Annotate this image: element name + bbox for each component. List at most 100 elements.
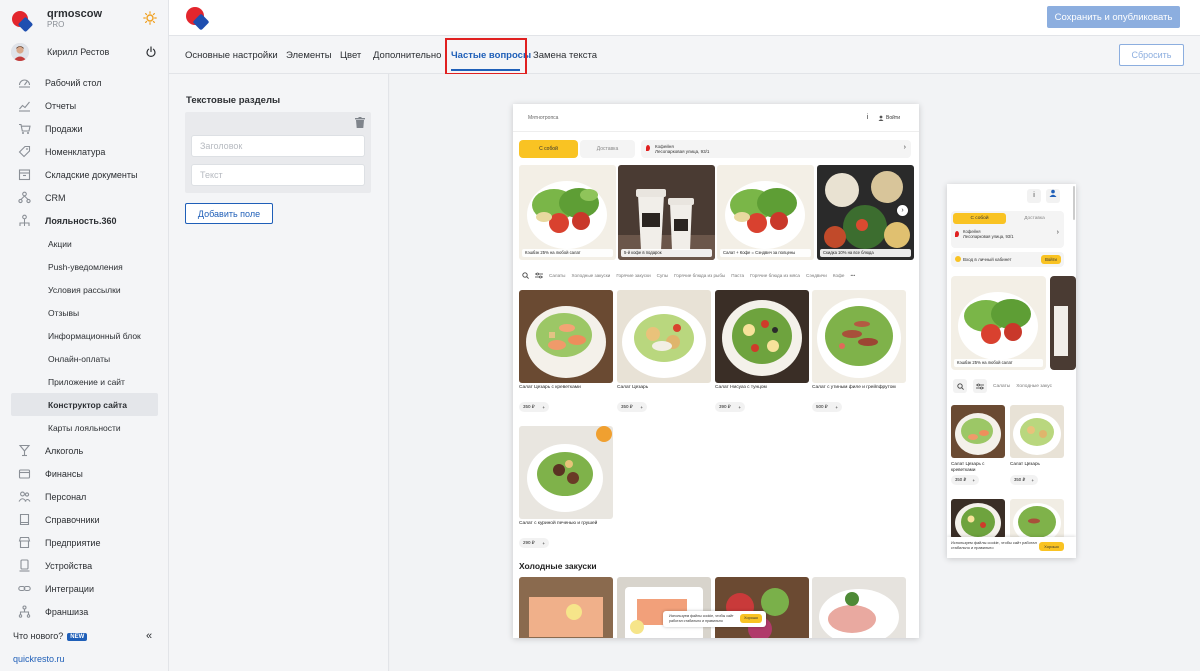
filter-icon[interactable] (535, 272, 543, 279)
category-tab[interactable]: Салаты (993, 384, 1010, 389)
sidebar-subitem-push[interactable]: Push-уведомления (11, 255, 158, 278)
sun-icon[interactable] (143, 11, 157, 25)
sidebar-subitem-app-site[interactable]: Приложение и сайт (11, 370, 158, 393)
category-tab[interactable]: Супы (657, 273, 668, 278)
sidebar-item-integrations[interactable]: Интеграции (11, 577, 158, 600)
category-tab[interactable]: Горячие закуски (616, 273, 650, 278)
category-tab[interactable]: Холодные закус (1016, 384, 1052, 389)
collapse-sidebar-button[interactable]: « (146, 630, 152, 642)
product-card[interactable] (812, 290, 906, 383)
product-card[interactable] (715, 290, 809, 383)
tab-main-settings[interactable]: Основные настройки (185, 50, 278, 61)
scrollbar[interactable] (1073, 186, 1075, 220)
info-icon[interactable]: i (1027, 189, 1041, 203)
search-button[interactable] (953, 379, 967, 393)
sidebar-item-sales[interactable]: Продажи (11, 117, 158, 140)
product-price-button[interactable]: 350 ₽ + (617, 402, 647, 412)
sidebar-item-franchise[interactable]: Франшиза (11, 600, 158, 623)
faq-title-input[interactable] (191, 135, 365, 157)
tab-text-replace[interactable]: Замена текста (533, 50, 597, 61)
product-card[interactable] (519, 290, 613, 383)
add-field-button[interactable]: Добавить поле (185, 203, 273, 224)
chevron-right-icon[interactable]: › (1057, 229, 1059, 236)
whats-new-link[interactable]: Что нового? NEW (13, 631, 88, 641)
desktop-preview[interactable]: Мятнотропса i Войти С собой Доставка Коф… (513, 104, 919, 638)
filter-button[interactable] (973, 379, 987, 393)
address-selector[interactable]: Кофейня Лесопарковая улица, 93/1 › (641, 140, 911, 158)
sidebar-item-devices[interactable]: Устройства (11, 554, 158, 577)
save-publish-button[interactable]: Сохранить и опубликовать (1047, 6, 1180, 28)
sidebar-subitem-site-builder[interactable]: Конструктор сайта (11, 393, 158, 416)
category-tab[interactable]: Салаты (549, 273, 565, 278)
sidebar-item-loyalty[interactable]: Лояльность.360 (11, 209, 158, 232)
category-tab[interactable]: Кофе (833, 273, 845, 278)
sidebar-item-alcohol[interactable]: Алкоголь (11, 439, 158, 462)
delivery-toggle[interactable]: Доставка (1008, 213, 1061, 224)
category-tab[interactable]: Паста (731, 273, 744, 278)
sidebar-subitem-loyalty-cards[interactable]: Карты лояльности (11, 416, 158, 439)
pickup-toggle[interactable]: С собой (519, 140, 578, 158)
trash-icon[interactable] (355, 117, 365, 128)
product-card[interactable] (1010, 405, 1064, 458)
sidebar-item-dashboard[interactable]: Рабочий стол (11, 71, 158, 94)
promo-card[interactable]: Кэшбэк 25% на любой салат (519, 165, 616, 260)
cookie-accept-button[interactable]: Хорошо (740, 614, 762, 623)
promo-card[interactable] (1050, 276, 1076, 370)
cookie-accept-button[interactable]: Хорошо (1039, 542, 1064, 551)
product-card[interactable] (1010, 499, 1064, 539)
user-button[interactable] (1046, 189, 1060, 203)
sidebar-item-warehouse[interactable]: Складские документы (11, 163, 158, 186)
category-tab[interactable]: Холодные закуски (571, 273, 610, 278)
sidebar-subitem-online-payments[interactable]: Онлайн-оплаты (11, 347, 158, 370)
sidebar-subitem-promotions[interactable]: Акции (11, 232, 158, 255)
product-card[interactable] (519, 426, 613, 519)
brand-block[interactable]: qrmoscow PRO (11, 8, 161, 32)
product-card[interactable] (715, 577, 809, 638)
sidebar-item-staff[interactable]: Персонал (11, 485, 158, 508)
more-categories[interactable]: ••• (850, 273, 855, 278)
product-price-button[interactable]: 500 ₽ + (812, 402, 842, 412)
tab-elements[interactable]: Элементы (286, 50, 332, 61)
category-tab[interactable]: Сэндвичи (806, 273, 827, 278)
product-card[interactable] (617, 577, 711, 638)
promo-card[interactable]: Кэшбэк 25% на любой салат (951, 276, 1046, 370)
product-price-button[interactable]: 290 ₽ + (519, 538, 549, 548)
tab-additional[interactable]: Дополнительно (373, 50, 441, 61)
sidebar-subitem-mailing[interactable]: Условия рассылки (11, 278, 158, 301)
sidebar-item-enterprise[interactable]: Предприятие (11, 531, 158, 554)
promo-card[interactable]: 5-й кофе в подарок (618, 165, 715, 260)
product-card[interactable] (617, 290, 711, 383)
product-price-button[interactable]: 390 ₽ + (715, 402, 745, 412)
product-price-button[interactable]: 350 ₽ + (1010, 475, 1038, 485)
account-login-button[interactable]: Войти (1041, 255, 1061, 264)
sidebar-item-crm[interactable]: CRM (11, 186, 158, 209)
account-login-block[interactable]: Вход в личный кабинет Войти (951, 252, 1064, 267)
delivery-toggle[interactable]: Доставка (580, 140, 635, 158)
user-block[interactable]: Кирилл Рестов (11, 43, 161, 63)
sidebar-item-finance[interactable]: Финансы (11, 462, 158, 485)
sidebar-subitem-info-block[interactable]: Информационный блок (11, 324, 158, 347)
mobile-preview[interactable]: i С собой Доставка Кофейня Лесопарковая … (947, 184, 1076, 558)
product-price-button[interactable]: 350 ₽ + (951, 475, 979, 485)
product-card[interactable] (951, 405, 1005, 458)
product-card[interactable] (812, 577, 906, 638)
sidebar-subitem-reviews[interactable]: Отзывы (11, 301, 158, 324)
category-tab[interactable]: Горячие блюда из рыбы (674, 273, 725, 278)
preview-login-button[interactable]: Войти (878, 112, 905, 123)
carousel-next-button[interactable]: › (897, 205, 908, 216)
sidebar-item-nomenclature[interactable]: Номенклатура (11, 140, 158, 163)
sidebar-item-reports[interactable]: Отчеты (11, 94, 158, 117)
quickresto-link[interactable]: quickresto.ru (13, 654, 65, 664)
faq-text-input[interactable] (191, 164, 365, 186)
info-icon[interactable]: i (862, 112, 873, 123)
category-tab[interactable]: Горячие блюда из мяса (750, 273, 800, 278)
tab-color[interactable]: Цвет (340, 50, 361, 61)
product-card[interactable] (951, 499, 1005, 539)
promo-card[interactable]: Салат + Кофе = Сэндвич за полцены (717, 165, 814, 260)
pickup-toggle[interactable]: С собой (953, 213, 1006, 224)
power-icon[interactable] (145, 46, 157, 58)
search-icon[interactable] (522, 271, 529, 279)
product-card[interactable] (519, 577, 613, 638)
product-price-button[interactable]: 350 ₽ + (519, 402, 549, 412)
sidebar-item-directories[interactable]: Справочники (11, 508, 158, 531)
